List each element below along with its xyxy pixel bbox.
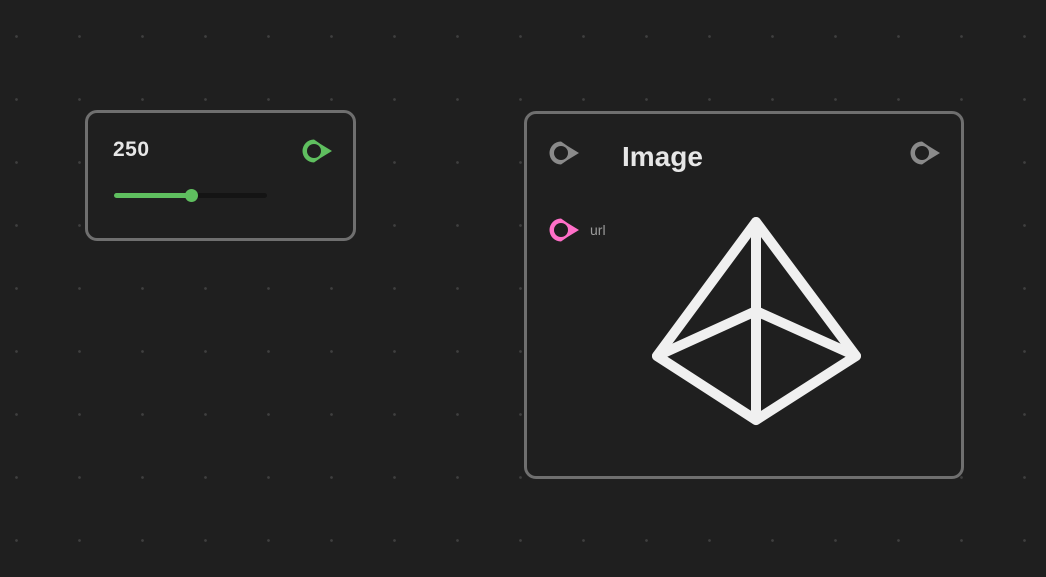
url-input-label: url (590, 222, 606, 238)
url-input-port-icon[interactable] (546, 215, 582, 245)
slider-fill (114, 193, 191, 198)
slider-value: 250 (113, 138, 150, 161)
node-title: Image (622, 141, 703, 172)
slider-handle[interactable] (184, 189, 198, 202)
slider-node[interactable]: 250 (85, 110, 356, 241)
output-port-icon[interactable] (299, 136, 335, 166)
input-port-icon[interactable] (546, 138, 582, 168)
image-node[interactable]: Image url (524, 111, 964, 479)
slider-track[interactable] (114, 189, 267, 202)
output-port-icon[interactable] (907, 138, 943, 168)
node-graph-canvas[interactable]: 250 Image url (0, 0, 1046, 577)
pyramid-placeholder-icon (652, 217, 861, 425)
